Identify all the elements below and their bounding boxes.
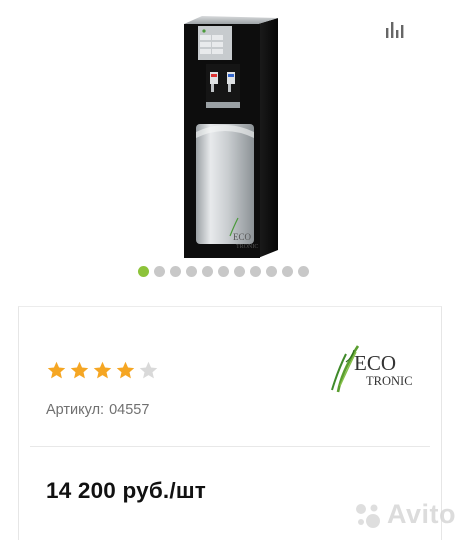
sku-label: Артикул: (46, 402, 105, 418)
product-gallery[interactable]: ECO TRONIC (0, 0, 461, 305)
gallery-pagination (138, 264, 309, 278)
product-price: 14 200 руб./шт (46, 478, 207, 503)
dispenser-logo-text: ECO (233, 232, 252, 242)
gallery-dot[interactable] (298, 265, 309, 277)
avito-watermark: Avito (352, 498, 458, 532)
gallery-dot[interactable] (170, 265, 181, 277)
star-empty-icon (139, 361, 158, 379)
rating-stars (46, 360, 159, 381)
water-dispenser-image[interactable]: ECO TRONIC (178, 14, 286, 258)
gallery-dot[interactable] (234, 265, 245, 277)
avito-watermark-text: Avito (387, 499, 456, 529)
gallery-dot[interactable] (186, 265, 197, 277)
sku-value: 04557 (109, 402, 150, 418)
gallery-dot[interactable] (218, 265, 229, 277)
gallery-dot[interactable] (154, 265, 165, 277)
gallery-dot[interactable] (202, 265, 213, 277)
gallery-dot-active[interactable] (138, 265, 149, 277)
gallery-dot[interactable] (250, 265, 261, 277)
gallery-dot[interactable] (266, 265, 277, 277)
star-filled-icon (93, 361, 112, 379)
avito-logo-icon (356, 504, 380, 528)
svg-text:TRONIC: TRONIC (236, 244, 258, 250)
bar-chart-icon (386, 22, 404, 38)
brand-logo-line1: ECO (354, 351, 396, 375)
brand-logo[interactable]: ECO TRONIC (328, 340, 424, 396)
star-filled-icon (70, 361, 89, 379)
sku-line: Артикул: 04557 (46, 402, 149, 418)
star-filled-icon (116, 361, 135, 379)
divider (30, 446, 430, 447)
star-filled-icon (47, 361, 66, 379)
gallery-dot[interactable] (282, 265, 293, 277)
brand-logo-line2: TRONIC (366, 374, 413, 388)
compare-button[interactable] (380, 16, 410, 42)
